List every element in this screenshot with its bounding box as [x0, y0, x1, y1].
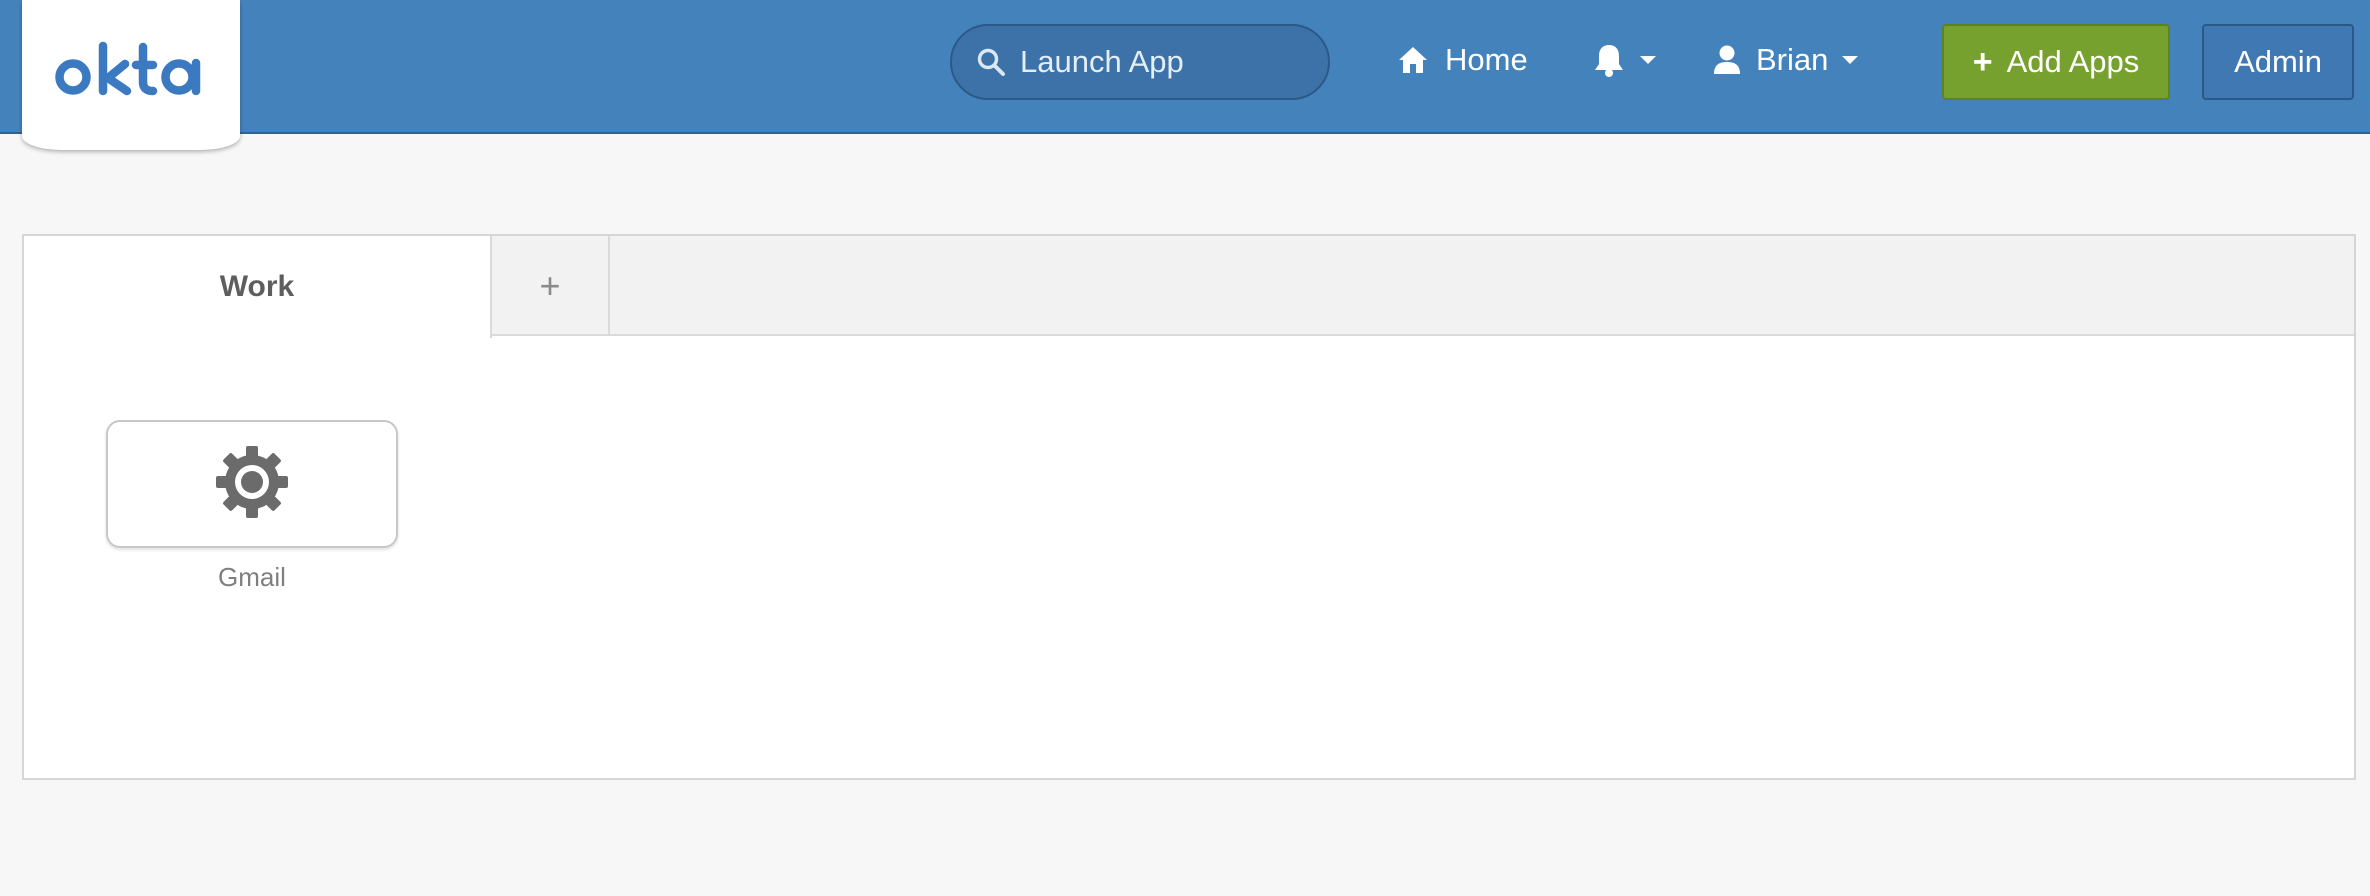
plus-icon: + — [1972, 43, 1993, 81]
plus-icon: + — [539, 265, 561, 306]
home-label: Home — [1445, 42, 1528, 77]
app-dashboard: Work + Gmail — [22, 234, 2356, 780]
chevron-down-icon — [1842, 56, 1859, 64]
home-icon — [1397, 44, 1429, 76]
app-tile-gmail[interactable] — [106, 420, 398, 548]
launch-app-search[interactable] — [950, 24, 1330, 100]
chevron-down-icon — [1640, 56, 1656, 64]
search-icon — [976, 47, 1006, 77]
launch-app-input[interactable] — [1020, 44, 1300, 80]
notifications-menu[interactable] — [1592, 36, 1656, 84]
add-tab-button[interactable]: + — [492, 236, 610, 336]
okta-logo[interactable]: okta — [22, 0, 240, 150]
add-apps-label: Add Apps — [2006, 44, 2140, 79]
home-link[interactable]: Home — [1397, 36, 1528, 84]
app-label-gmail: Gmail — [218, 562, 286, 592]
tab-strip: Work + — [24, 236, 2354, 338]
bell-icon — [1592, 42, 1626, 78]
user-menu[interactable]: Brian — [1712, 36, 1859, 84]
user-icon — [1712, 44, 1742, 76]
admin-label: Admin — [2234, 44, 2322, 79]
tab-work[interactable]: Work — [24, 236, 492, 338]
add-apps-button[interactable]: + Add Apps — [1942, 24, 2170, 100]
user-name: Brian — [1756, 42, 1829, 77]
tab-label: Work — [219, 270, 295, 303]
top-nav-bar: okta Home — [0, 0, 2370, 150]
okta-logo-mark — [55, 41, 201, 96]
admin-button[interactable]: Admin — [2202, 24, 2354, 100]
gear-icon — [214, 444, 290, 525]
